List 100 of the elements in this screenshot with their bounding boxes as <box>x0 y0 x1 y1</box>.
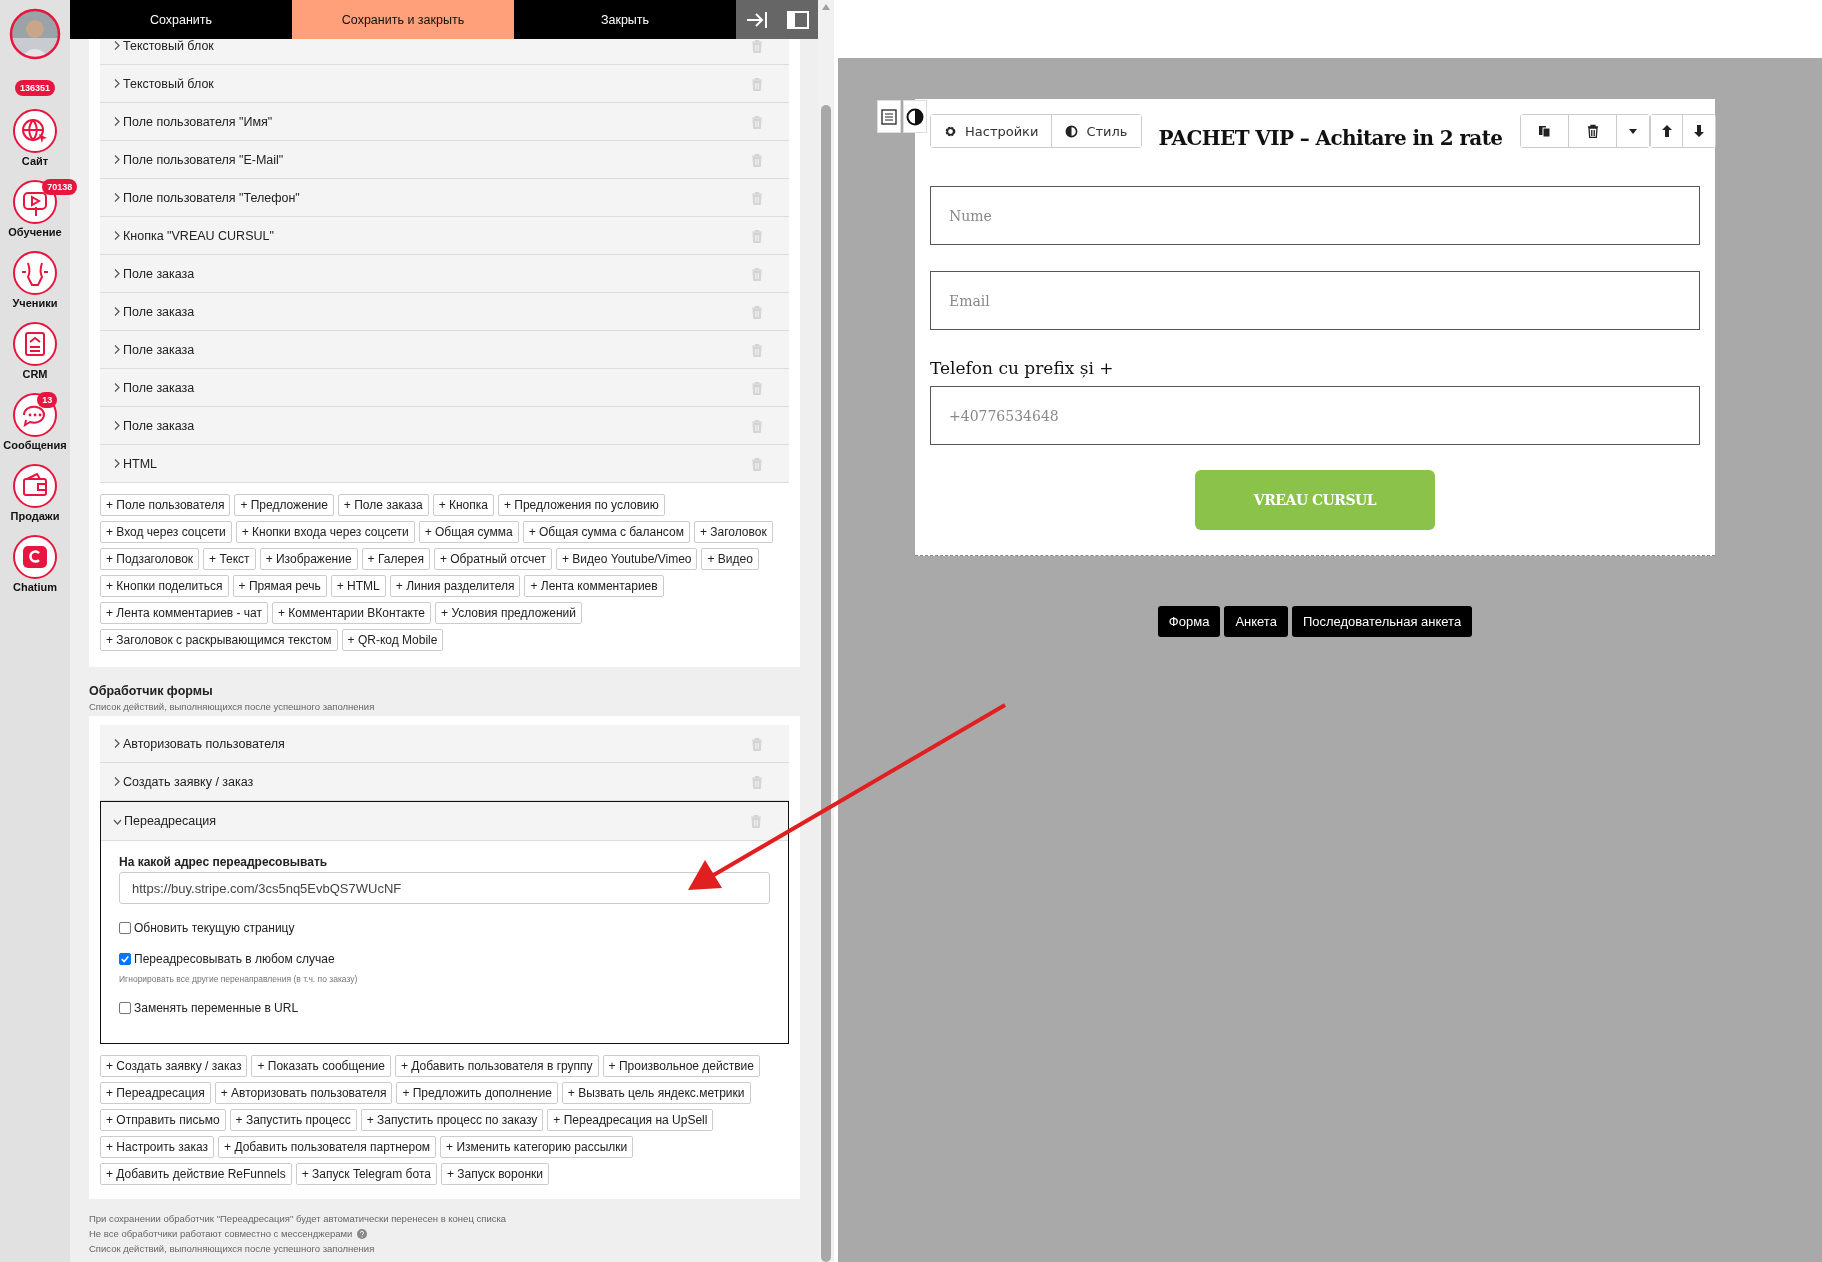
add-button[interactable]: + Запустить процесс <box>229 1109 357 1131</box>
settings-button[interactable]: Настройки <box>931 115 1053 147</box>
checkbox[interactable] <box>119 1002 131 1014</box>
checkbox-label[interactable]: Заменять переменные в URL <box>134 1001 299 1015</box>
copy-icon[interactable] <box>1521 115 1570 147</box>
add-button[interactable]: + Заголовок <box>693 521 773 543</box>
count-badge: 70138 <box>42 179 78 195</box>
add-button[interactable]: + Подзаголовок <box>100 548 200 570</box>
add-button[interactable]: + Прямая речь <box>232 575 327 597</box>
chevron-right-icon[interactable] <box>112 306 121 317</box>
form-icon[interactable] <box>877 100 901 133</box>
nav-label[interactable]: CRM <box>22 368 48 380</box>
checkbox-label[interactable]: Обновить текущую страницу <box>134 921 295 935</box>
section-title: Обработчик формы <box>89 684 214 698</box>
add-button[interactable]: + Лента комментариев - чат <box>100 602 269 624</box>
add-button[interactable]: + Обратный отсчет <box>433 548 552 570</box>
add-button[interactable]: + Линия разделителя <box>389 575 521 597</box>
note-text: Не все обработчики работают совместно с мессенджерами <box>89 1228 353 1239</box>
chevron-right-icon[interactable] <box>112 116 121 127</box>
checkbox[interactable] <box>119 922 131 934</box>
mode-button[interactable]: Форма <box>1157 606 1221 637</box>
contrast-icon <box>1065 124 1079 138</box>
add-button[interactable]: + Комментарии ВКонтакте <box>272 602 432 624</box>
torso-icon[interactable] <box>12 250 58 296</box>
mode-button[interactable]: Анкета <box>1224 606 1288 637</box>
chevron-right-icon[interactable] <box>112 776 121 787</box>
chevron-right-icon[interactable] <box>112 458 121 469</box>
url-field[interactable]: https://buy.stripe.com/3cs5nq5EvbQS7WUcNF <box>119 872 770 904</box>
document-icon[interactable] <box>12 321 58 367</box>
add-button[interactable]: + Кнопки поделиться <box>100 575 229 597</box>
gear-icon <box>944 124 957 138</box>
nav-label[interactable]: Ученики <box>12 297 58 309</box>
field-label: На какой адрес переадресовывать <box>119 855 329 869</box>
add-button[interactable]: + Запуск воронки <box>440 1163 549 1185</box>
scrollbar[interactable] <box>818 0 834 1262</box>
add-button[interactable]: + Видео <box>701 548 759 570</box>
mode-button[interactable]: Последовательная анкета <box>1291 606 1473 637</box>
nav-label[interactable]: Продажи <box>10 510 60 522</box>
nav-label[interactable]: Обучение <box>8 226 62 238</box>
add-button[interactable]: + Лента комментариев <box>524 575 664 597</box>
wallet-icon[interactable] <box>12 463 58 509</box>
input-field[interactable]: +40776534648 <box>930 386 1700 445</box>
add-button[interactable]: + Изображение <box>259 548 358 570</box>
add-button[interactable]: + Переадресация <box>100 1082 211 1104</box>
balance-badge: 136351 <box>14 80 55 96</box>
add-button[interactable]: + Авторизовать пользователя <box>214 1082 393 1104</box>
add-button[interactable]: + Галерея <box>361 548 430 570</box>
chevron-right-icon[interactable] <box>112 154 121 165</box>
add-button[interactable]: + Настроить заказ <box>100 1136 215 1158</box>
add-button[interactable]: + Предложение <box>234 494 334 516</box>
add-button[interactable]: + Создать заявку / заказ <box>100 1055 248 1077</box>
add-button[interactable]: + QR-код Mobile <box>341 629 444 651</box>
add-button[interactable]: + Изменить категорию рассылки <box>440 1136 634 1158</box>
add-button[interactable]: + Отправить письмо <box>100 1109 226 1131</box>
add-button[interactable]: + Добавить пользователя партнером <box>218 1136 437 1158</box>
add-button[interactable]: + Запуск Telegram бота <box>295 1163 437 1185</box>
chevron-right-icon[interactable] <box>112 78 121 89</box>
chevron-right-icon[interactable] <box>112 344 121 355</box>
add-button[interactable]: + Переадресация на UpSell <box>547 1109 714 1131</box>
input-field[interactable]: Email <box>930 271 1700 330</box>
add-button[interactable]: + Текст <box>203 548 256 570</box>
add-button[interactable]: + Вызвать цель яндекс.метрики <box>561 1082 751 1104</box>
chevron-right-icon[interactable] <box>112 382 121 393</box>
add-button[interactable]: + Общая сумма с балансом <box>522 521 690 543</box>
nav-label[interactable]: Сайт <box>21 155 49 167</box>
add-button[interactable]: + Общая сумма <box>418 521 519 543</box>
add-button[interactable]: + Произвольное действие <box>602 1055 760 1077</box>
chevron-right-icon[interactable] <box>112 268 121 279</box>
contrast-icon[interactable] <box>903 100 927 133</box>
add-button[interactable]: + Заголовок с раскрывающимся текстом <box>100 629 338 651</box>
help-icon[interactable] <box>357 1228 368 1239</box>
add-button[interactable]: + Предложения по условию <box>497 494 665 516</box>
chevron-right-icon[interactable] <box>112 230 121 241</box>
add-button[interactable]: + Условия предложений <box>435 602 582 624</box>
add-button[interactable]: + HTML <box>330 575 386 597</box>
chevron-right-icon[interactable] <box>112 738 121 749</box>
checkbox-label[interactable]: Переадресовывать в любом случае <box>134 952 335 966</box>
add-button[interactable]: + Видео Youtube/Vimeo <box>556 548 698 570</box>
nav-label[interactable]: Chatium <box>13 581 57 593</box>
add-button[interactable]: + Кнопки входа через соцсети <box>235 521 415 543</box>
globe-icon[interactable] <box>12 108 58 154</box>
add-button[interactable]: + Вход через соцсети <box>100 521 232 543</box>
chevron-right-icon[interactable] <box>112 192 121 203</box>
nav-label[interactable]: Сообщения <box>3 439 67 451</box>
add-button[interactable]: + Кнопка <box>432 494 494 516</box>
add-button[interactable]: + Запустить процесс по заказу <box>360 1109 544 1131</box>
chevron-right-icon[interactable] <box>112 40 121 51</box>
chevron-right-icon[interactable] <box>112 420 121 431</box>
input-field[interactable]: Nume <box>930 186 1700 245</box>
panel-layout-icon[interactable] <box>785 8 810 31</box>
arrow-up-icon[interactable] <box>1651 115 1684 147</box>
add-button[interactable]: + Предложить дополнение <box>396 1082 558 1104</box>
add-button[interactable]: + Поле пользователя <box>100 494 231 516</box>
add-button[interactable]: + Поле заказа <box>337 494 429 516</box>
add-button[interactable]: + Показать сообщение <box>251 1055 391 1077</box>
add-button[interactable]: + Добавить действие ReFunnels <box>100 1163 292 1185</box>
add-button[interactable]: + Добавить пользователя в группу <box>394 1055 599 1077</box>
toolbar-button[interactable]: Сохранить и закрыть <box>292 0 514 39</box>
checkbox[interactable] <box>119 953 131 965</box>
chat-logo-icon[interactable] <box>12 534 58 580</box>
